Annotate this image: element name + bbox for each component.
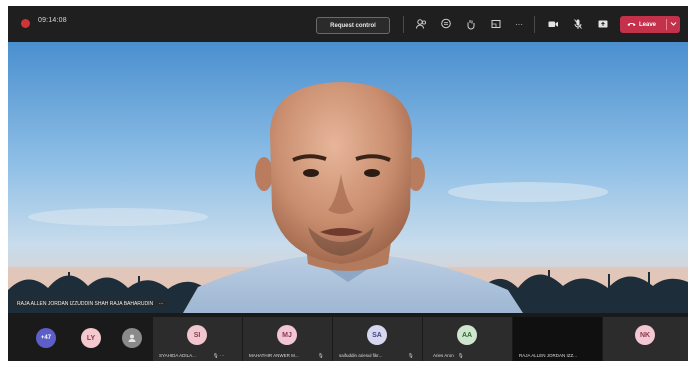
toolbar-divider — [403, 16, 404, 33]
mic-muted-icon: 🎙︎ — [408, 353, 414, 358]
camera-icon[interactable] — [545, 16, 561, 32]
avatar-si: SI — [187, 325, 207, 345]
toolbar-divider — [534, 16, 535, 33]
person-icon — [128, 334, 136, 342]
more-options-icon[interactable]: ··· — [159, 301, 164, 307]
chevron-down-icon[interactable] — [670, 20, 677, 29]
speaker-name-tag: RAJA ALLEN JORDAN IZZUDDIN SHAH RAJA BAH… — [13, 300, 168, 308]
meeting-timer: 09:14:08 — [38, 17, 67, 24]
overflow-participants-badge[interactable]: +47 — [36, 328, 56, 348]
avatar-sa: SA — [367, 325, 387, 345]
participants-icon[interactable] — [413, 16, 429, 32]
self-video-tile[interactable]: RAJA ALLEN JORDAN IZZ... — [513, 317, 602, 361]
chat-icon[interactable] — [438, 16, 454, 32]
participant-name: SYAHIDA ADILA... — [159, 353, 196, 358]
hang-up-icon — [627, 21, 636, 29]
reactions-icon[interactable] — [463, 16, 479, 32]
leave-button[interactable]: Leave — [620, 16, 680, 33]
meeting-toolbar: 09:14:08 Request control ··· Leave — [8, 6, 688, 42]
mic-muted-icon: 🎙︎ — [318, 353, 324, 358]
more-icon[interactable]: ··· — [511, 16, 527, 32]
mic-muted-icon: 🎙︎ — [458, 353, 464, 358]
mic-muted-icon: 🎙︎ ··· — [213, 353, 225, 358]
avatar-nk: NK — [635, 325, 655, 345]
rooms-icon[interactable] — [488, 16, 504, 32]
participant-tile[interactable]: NK — [603, 317, 688, 361]
avatar-anonymous[interactable] — [122, 328, 142, 348]
participant-tile[interactable]: MJ MAHATHIR ANWER M... 🎙︎ — [243, 317, 332, 361]
participant-tile[interactable]: SA saifuddin ariesul fikr... 🎙︎ — [333, 317, 422, 361]
teams-meeting-window: 09:14:08 Request control ··· Leave RAJA … — [8, 6, 688, 361]
speaker-video: RAJA ALLEN JORDAN IZZUDDIN SHAH RAJA BAH… — [8, 42, 688, 313]
request-control-button[interactable]: Request control — [316, 17, 390, 34]
participant-tile[interactable]: SI SYAHIDA ADILA... 🎙︎ ··· — [153, 317, 242, 361]
participant-name: Aries Aron — [433, 353, 454, 358]
avatar-ly[interactable]: LY — [81, 328, 101, 348]
recording-indicator-icon — [21, 19, 30, 28]
participant-name: saifuddin ariesul fikr... — [339, 353, 383, 358]
share-icon[interactable] — [595, 16, 611, 32]
speaker-video-frame — [8, 42, 688, 313]
self-name: RAJA ALLEN JORDAN IZZ... — [519, 353, 578, 358]
mic-icon[interactable] — [570, 16, 586, 32]
avatar-aa: AA — [457, 325, 477, 345]
participant-tile[interactable]: AA Aries Aron 🎙︎ — [423, 317, 512, 361]
speaker-name: RAJA ALLEN JORDAN IZZUDDIN SHAH RAJA BAH… — [17, 301, 154, 307]
avatar-mj: MJ — [277, 325, 297, 345]
participant-name: MAHATHIR ANWER M... — [249, 353, 299, 358]
participant-gallery: +47 LY SI SYAHIDA ADILA... 🎙︎ ··· MJ MAH… — [8, 313, 688, 361]
leave-label: Leave — [639, 21, 657, 28]
